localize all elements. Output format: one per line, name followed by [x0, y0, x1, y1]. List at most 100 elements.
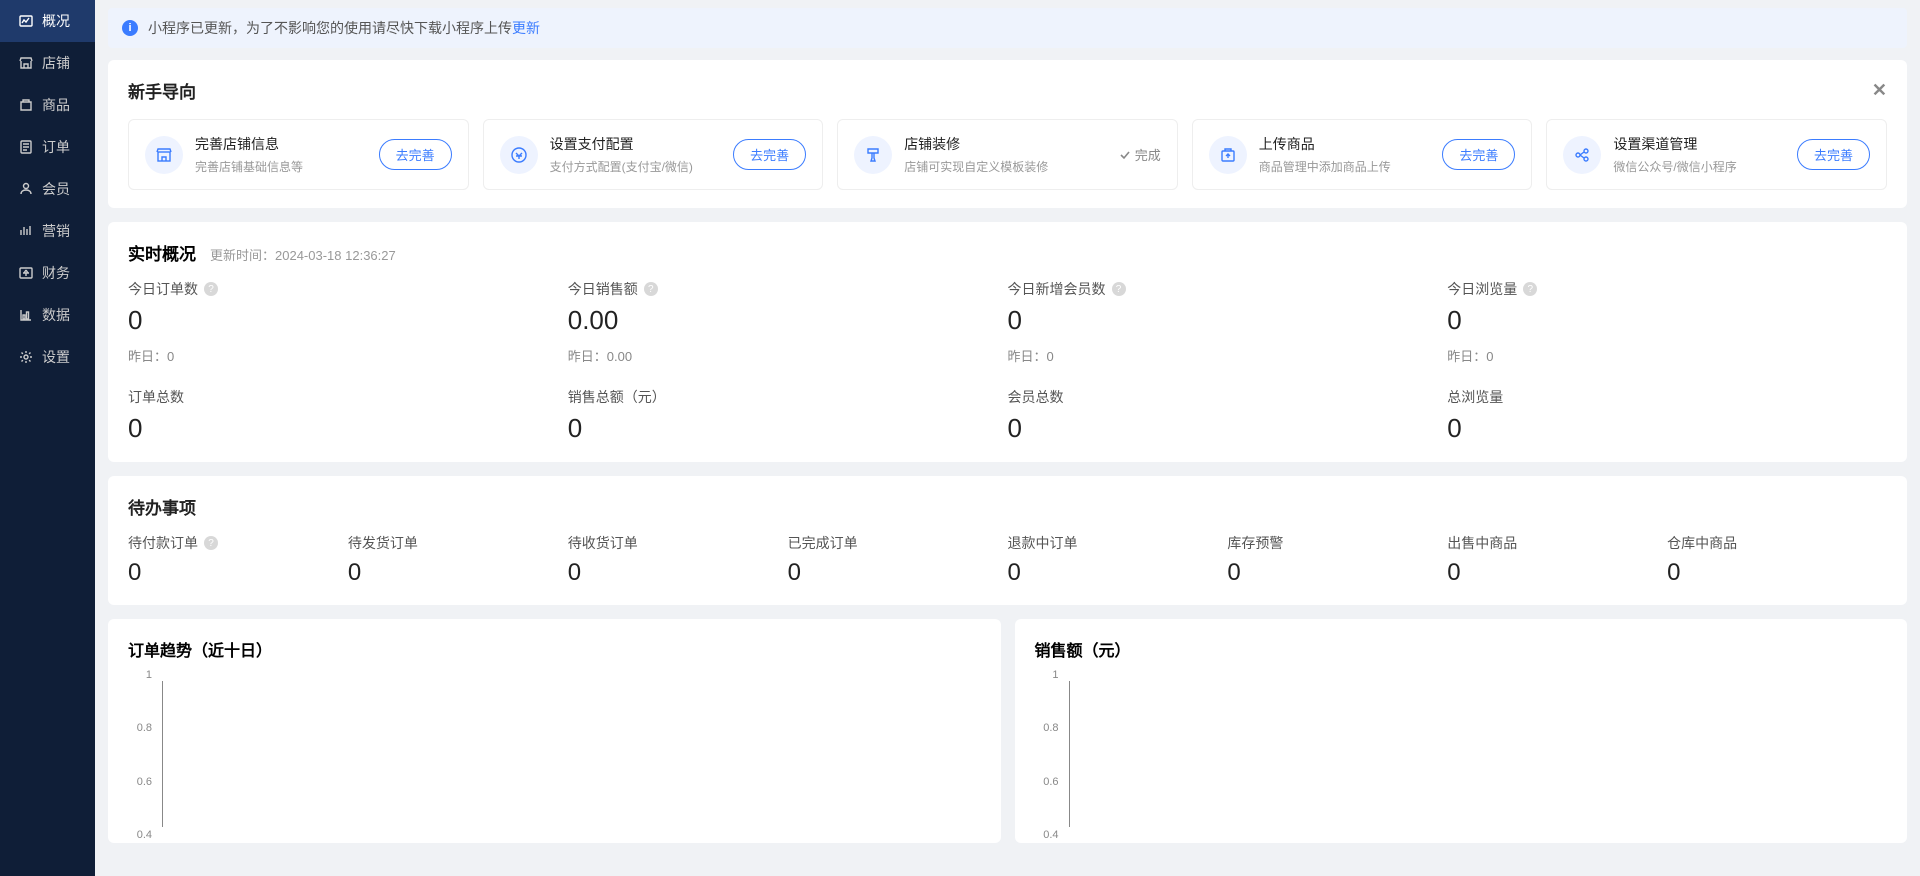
- metric-label: 今日销售额?: [568, 279, 1008, 299]
- chart-title: 销售额（元）: [1035, 637, 1888, 661]
- y-tick: 1: [1052, 669, 1058, 681]
- sidebar-item-data[interactable]: 数据: [0, 294, 95, 336]
- sales-amount-chart: 销售额（元） 10.80.60.4: [1015, 619, 1908, 843]
- alert-update-link[interactable]: 更新: [512, 18, 540, 38]
- goods-icon: [18, 97, 34, 113]
- guide-card-sub: 店铺可实现自定义模板装修: [904, 158, 1119, 175]
- guide-action-button[interactable]: 去完善: [1442, 139, 1515, 170]
- todo-item[interactable]: 库存预警0: [1227, 533, 1447, 587]
- guide-card-sub: 商品管理中添加商品上传: [1259, 158, 1443, 175]
- sidebar-item-finance[interactable]: 财务: [0, 252, 95, 294]
- todo-label: 待收货订单: [568, 533, 788, 553]
- guide-card: 上传商品商品管理中添加商品上传去完善: [1192, 119, 1533, 190]
- todo-value: 0: [348, 559, 568, 587]
- dashboard-icon: [18, 13, 34, 29]
- guide-card: 店铺装修店铺可实现自定义模板装修完成: [837, 119, 1178, 190]
- todo-value: 0: [788, 559, 1008, 587]
- metric-cell: 今日订单数?0昨日：0: [128, 279, 568, 365]
- y-tick: 0.8: [137, 722, 152, 734]
- help-icon[interactable]: ?: [1112, 282, 1126, 296]
- todo-value: 0: [1447, 559, 1667, 587]
- help-icon[interactable]: ?: [1523, 282, 1537, 296]
- todo-item[interactable]: 待付款订单?0: [128, 533, 348, 587]
- guide-action-button[interactable]: 去完善: [733, 139, 806, 170]
- data-icon: [18, 307, 34, 323]
- sidebar-item-label: 设置: [42, 347, 70, 367]
- orders-trend-chart: 订单趋势（近十日） 1 0.8 0.6 0.4: [108, 619, 1001, 843]
- metric-label: 总浏览量: [1447, 387, 1887, 407]
- metric-yesterday: 昨日：0: [1008, 346, 1448, 365]
- todo-label: 出售中商品: [1447, 533, 1667, 553]
- guide-card-title: 上传商品: [1259, 134, 1443, 154]
- metric-value: 0: [128, 413, 568, 444]
- alert-text: 小程序已更新，为了不影响您的使用请尽快下载小程序上传: [148, 18, 512, 38]
- todo-label: 仓库中商品: [1667, 533, 1887, 553]
- metric-cell: 会员总数0: [1008, 387, 1448, 444]
- sidebar-item-settings[interactable]: 设置: [0, 336, 95, 378]
- metric-value: 0: [1447, 305, 1887, 336]
- help-icon[interactable]: ?: [644, 282, 658, 296]
- help-icon[interactable]: ?: [204, 282, 218, 296]
- todo-item[interactable]: 已完成订单0: [788, 533, 1008, 587]
- sidebar-item-store[interactable]: 店铺: [0, 42, 95, 84]
- y-tick: 0.4: [137, 829, 152, 841]
- todo-label: 退款中订单: [1008, 533, 1228, 553]
- guide-title: 新手导向: [128, 78, 196, 103]
- chart-title: 订单趋势（近十日）: [128, 637, 981, 661]
- sidebar-item-order[interactable]: 订单: [0, 126, 95, 168]
- metric-value: 0: [128, 305, 568, 336]
- guide-card-title: 设置渠道管理: [1613, 134, 1797, 154]
- realtime-time: 更新时间：2024-03-18 12:36:27: [210, 245, 396, 264]
- main-content: i 小程序已更新，为了不影响您的使用请尽快下载小程序上传 更新 新手导向 ✕ 完…: [95, 0, 1920, 876]
- metric-label: 今日浏览量?: [1447, 279, 1887, 299]
- todo-item[interactable]: 出售中商品 0: [1447, 533, 1667, 587]
- guide-card-sub: 支付方式配置(支付宝/微信): [550, 158, 734, 175]
- y-tick: 0.6: [137, 776, 152, 788]
- guide-action-button[interactable]: 去完善: [379, 139, 452, 170]
- todo-value: 0: [1227, 559, 1447, 587]
- y-tick: 1: [146, 669, 152, 681]
- close-icon[interactable]: ✕: [1872, 80, 1887, 101]
- metric-label: 今日订单数?: [128, 279, 568, 299]
- guide-action-button[interactable]: 去完善: [1797, 139, 1870, 170]
- sidebar-item-member[interactable]: 会员: [0, 168, 95, 210]
- sidebar-item-marketing[interactable]: 营销: [0, 210, 95, 252]
- guide-card: 完善店铺信息完善店铺基础信息等去完善: [128, 119, 469, 190]
- info-icon: i: [122, 20, 138, 36]
- todo-panel: 待办事项 待付款订单?0待发货订单0待收货订单0已完成订单0退款中订单0库存预警…: [108, 476, 1907, 605]
- metric-label: 今日新增会员数?: [1008, 279, 1448, 299]
- todo-item[interactable]: 待发货订单 0: [348, 533, 568, 587]
- guide-card: 设置渠道管理微信公众号/微信小程序去完善: [1546, 119, 1887, 190]
- todo-item[interactable]: 仓库中商品 0: [1667, 533, 1887, 587]
- todo-item[interactable]: 退款中订单0: [1008, 533, 1228, 587]
- metric-cell: 销售总额（元）0: [568, 387, 1008, 444]
- sidebar-item-label: 概况: [42, 11, 70, 31]
- guide-card-title: 店铺装修: [904, 134, 1119, 154]
- todo-label: 待付款订单?: [128, 533, 348, 553]
- help-icon[interactable]: ?: [204, 536, 218, 550]
- metric-label: 订单总数: [128, 387, 568, 407]
- realtime-panel: 实时概况 更新时间：2024-03-18 12:36:27 今日订单数? 0 昨日：…: [108, 222, 1907, 462]
- channel-icon: [1563, 136, 1601, 174]
- pay-icon: [500, 136, 538, 174]
- guide-card-title: 完善店铺信息: [195, 134, 379, 154]
- sidebar-item-label: 订单: [42, 137, 70, 157]
- sidebar-item-goods[interactable]: 商品: [0, 84, 95, 126]
- sidebar: 概况店铺商品订单会员营销财务数据设置: [0, 0, 95, 876]
- metric-cell: 今日新增会员数?0昨日：0: [1008, 279, 1448, 365]
- metric-cell: 今日浏览量?0昨日：0: [1447, 279, 1887, 365]
- sidebar-item-label: 营销: [42, 221, 70, 241]
- sidebar-item-label: 财务: [42, 263, 70, 283]
- todo-item[interactable]: 待收货订单0: [568, 533, 788, 587]
- store-icon: [18, 55, 34, 71]
- update-alert: i 小程序已更新，为了不影响您的使用请尽快下载小程序上传 更新: [108, 8, 1907, 48]
- metric-value: 0: [1008, 413, 1448, 444]
- guide-card-title: 设置支付配置: [550, 134, 734, 154]
- todo-title: 待办事项: [128, 494, 196, 519]
- todo-label: 待发货订单: [348, 533, 568, 553]
- order-icon: [18, 139, 34, 155]
- realtime-title: 实时概况: [128, 240, 196, 265]
- settings-icon: [18, 349, 34, 365]
- todo-value: 0: [1667, 559, 1887, 587]
- sidebar-item-dashboard[interactable]: 概况: [0, 0, 95, 42]
